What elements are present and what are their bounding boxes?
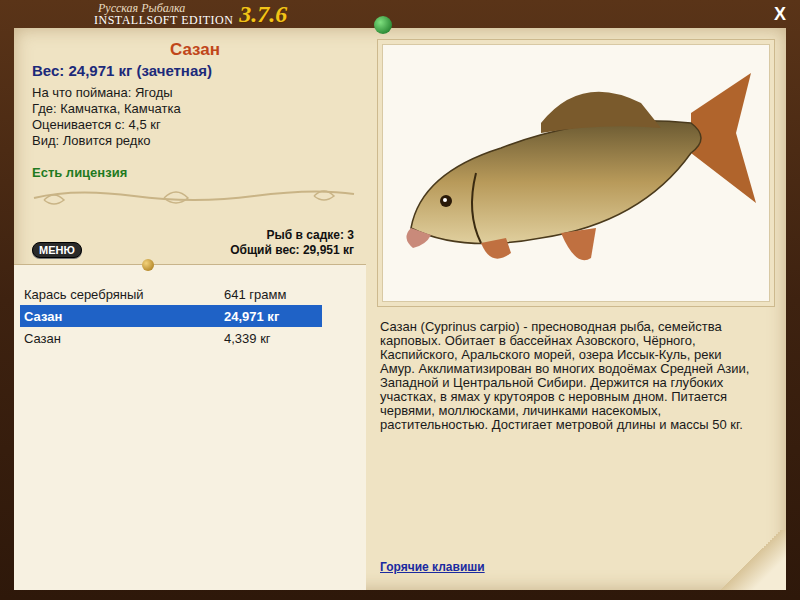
fish-card: Сазан Вес: 24,971 кг (зачетная) На что пой… bbox=[14, 28, 786, 590]
page-curl bbox=[716, 530, 786, 590]
ornament-icon bbox=[14, 184, 366, 210]
menu-button[interactable]: МЕНЮ bbox=[32, 242, 82, 258]
catch-weight: 641 грамм bbox=[224, 287, 318, 302]
keepnet-row: МЕНЮ Рыб в садке: 3Общий вес: 29,951 кг bbox=[14, 210, 366, 264]
catch-row[interactable]: Сазан4,339 кг bbox=[20, 327, 322, 349]
catch-row[interactable]: Сазан24,971 кг bbox=[20, 305, 322, 327]
close-button[interactable]: X bbox=[770, 4, 790, 25]
fish-detail: Оценивается с: 4,5 кг bbox=[32, 117, 358, 133]
divider bbox=[14, 184, 366, 210]
license-status: Есть лицензия bbox=[32, 165, 358, 180]
catch-weight: 24,971 кг bbox=[224, 309, 318, 324]
catch-weight: 4,339 кг bbox=[224, 331, 318, 346]
fish-name: Сазан bbox=[32, 40, 358, 60]
pin-icon bbox=[142, 259, 154, 271]
fish-detail: Где: Камчатка, Камчатка bbox=[32, 101, 358, 117]
catch-name: Сазан bbox=[24, 331, 224, 346]
catch-row[interactable]: Карась серебряный641 грамм bbox=[20, 283, 322, 305]
fish-detail: Вид: Ловится редко bbox=[32, 133, 358, 149]
fish-info: Сазан Вес: 24,971 кг (зачетная) На что пой… bbox=[14, 28, 366, 180]
carp-icon bbox=[391, 53, 761, 293]
title-bar: Русская РыбалкаINSTALLSOFT EDITION3.7.6X bbox=[0, 0, 800, 28]
catch-list: Карась серебряный641 граммСазан24,971 кг… bbox=[14, 264, 366, 590]
logo: Русская РыбалкаINSTALLSOFT EDITION bbox=[94, 2, 233, 26]
left-panel: Сазан Вес: 24,971 кг (зачетная) На что пой… bbox=[14, 28, 366, 590]
logo-subtitle: INSTALLSOFT EDITION bbox=[94, 14, 233, 26]
logo-title: Русская Рыбалка bbox=[94, 2, 233, 14]
fish-description: Сазан (Cyprinus carpio) - пресноводная р… bbox=[380, 320, 774, 432]
catch-name: Сазан bbox=[24, 309, 224, 324]
fish-picture bbox=[382, 44, 770, 302]
keepnet-total: Общий вес: 29,951 кг bbox=[230, 243, 354, 258]
keepnet-info: Рыб в садке: 3Общий вес: 29,951 кг bbox=[230, 228, 354, 258]
version: 3.7.6 bbox=[239, 1, 287, 28]
keepnet-count: Рыб в садке: 3 bbox=[230, 228, 354, 243]
fish-detail: На что поймана: Ягоды bbox=[32, 85, 358, 101]
catch-name: Карась серебряный bbox=[24, 287, 224, 302]
hotkeys-link[interactable]: Горячие клавиши bbox=[380, 560, 485, 582]
fish-weight: Вес: 24,971 кг (зачетная) bbox=[32, 62, 358, 79]
pin-icon bbox=[374, 16, 392, 34]
right-panel: Сазан (Cyprinus carpio) - пресноводная р… bbox=[366, 28, 786, 590]
